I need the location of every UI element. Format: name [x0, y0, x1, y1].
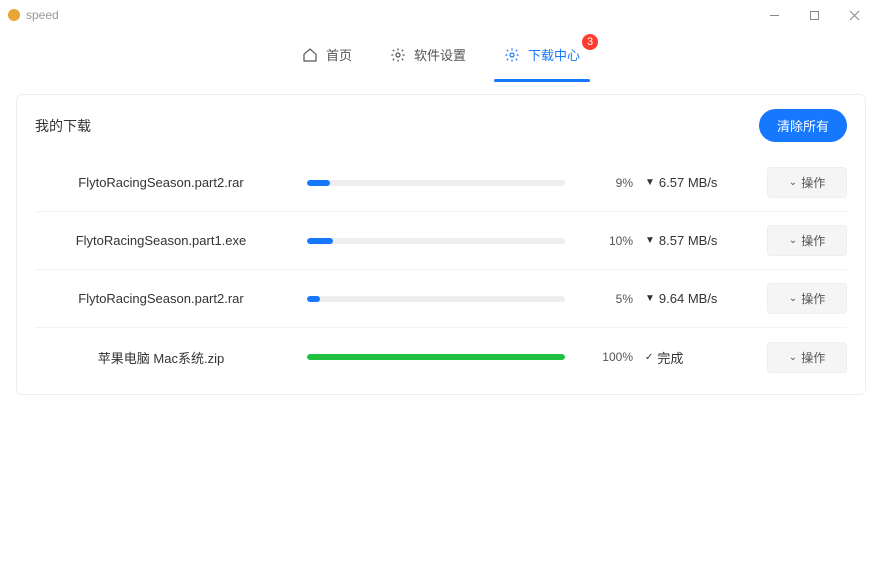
maximize-button[interactable] [794, 0, 834, 30]
progress-fill [307, 238, 333, 244]
chevron-down-icon: ⌄ [789, 177, 797, 188]
download-list: FlytoRacingSeason.part2.rar 9% ▼ 6.57 MB/s ⌄… [35, 154, 847, 386]
action-label: 操作 [801, 349, 825, 366]
download-filename: FlytoRacingSeason.part2.rar [35, 291, 295, 306]
download-row: FlytoRacingSeason.part1.exe 10% ▼ 8.57 MB/s… [35, 212, 847, 270]
tab-label: 首页 [326, 45, 352, 64]
window-controls [754, 0, 874, 30]
speed-text: 8.57 MB/s [659, 233, 718, 248]
download-arrow-icon: ▼ [645, 235, 655, 246]
chevron-down-icon: ⌄ [789, 293, 797, 304]
action-label: 操作 [801, 290, 825, 307]
progress-percent: 10% [577, 234, 633, 248]
panel-header: 我的下载 清除所有 [35, 109, 847, 142]
tab-label: 下载中心 [528, 45, 580, 64]
minimize-button[interactable] [754, 0, 794, 30]
gear-icon [390, 47, 406, 63]
download-row: FlytoRacingSeason.part2.rar 9% ▼ 6.57 MB/s ⌄… [35, 154, 847, 212]
action-button[interactable]: ⌄ 操作 [767, 167, 847, 198]
downloads-panel: 我的下载 清除所有 FlytoRacingSeason.part2.rar 9% ▼… [16, 94, 866, 395]
download-filename: FlytoRacingSeason.part2.rar [35, 175, 295, 190]
app-title: speed [26, 8, 59, 22]
clear-all-button[interactable]: 清除所有 [759, 109, 847, 142]
close-button[interactable] [834, 0, 874, 30]
tab-label: 软件设置 [414, 45, 466, 64]
chevron-down-icon: ⌄ [789, 352, 797, 363]
home-icon [302, 47, 318, 63]
progress-fill [307, 296, 320, 302]
progress-percent: 5% [577, 292, 633, 306]
app-icon [8, 9, 20, 21]
download-arrow-icon: ▼ [645, 293, 655, 304]
progress-fill [307, 180, 330, 186]
download-arrow-icon: ▼ [645, 177, 655, 188]
action-button[interactable]: ⌄ 操作 [767, 283, 847, 314]
maximize-icon [809, 10, 820, 21]
speed-text: 9.64 MB/s [659, 291, 718, 306]
close-icon [849, 10, 860, 21]
progress-bar [307, 354, 565, 360]
chevron-down-icon: ⌄ [789, 235, 797, 246]
titlebar-left: speed [8, 8, 754, 22]
download-row: 苹果电脑 Mac系统.zip 100% ✓ 完成 ⌄ 操作 [35, 328, 847, 386]
download-filename: 苹果电脑 Mac系统.zip [35, 348, 295, 367]
tab-downloads[interactable]: 下载中心 3 [500, 30, 584, 80]
action-label: 操作 [801, 232, 825, 249]
tab-bar: 首页 软件设置 下载中心 3 [0, 30, 882, 80]
download-speed: ▼ 6.57 MB/s [645, 175, 755, 190]
panel-title: 我的下载 [35, 116, 91, 136]
titlebar: speed [0, 0, 882, 30]
progress-fill [307, 354, 565, 360]
download-filename: FlytoRacingSeason.part1.exe [35, 233, 295, 248]
action-label: 操作 [801, 174, 825, 191]
download-speed: ▼ 9.64 MB/s [645, 291, 755, 306]
progress-bar [307, 180, 565, 186]
action-button[interactable]: ⌄ 操作 [767, 225, 847, 256]
gear-icon [504, 47, 520, 63]
speed-text: 完成 [657, 348, 683, 367]
progress-bar [307, 296, 565, 302]
check-icon: ✓ [645, 352, 653, 363]
progress-bar [307, 238, 565, 244]
progress-percent: 100% [577, 350, 633, 364]
download-row: FlytoRacingSeason.part2.rar 5% ▼ 9.64 MB/s ⌄… [35, 270, 847, 328]
tab-settings[interactable]: 软件设置 [386, 30, 470, 80]
tab-home[interactable]: 首页 [298, 30, 356, 80]
badge-count: 3 [582, 34, 598, 50]
speed-text: 6.57 MB/s [659, 175, 718, 190]
minimize-icon [769, 10, 780, 21]
progress-percent: 9% [577, 176, 633, 190]
download-speed: ▼ 8.57 MB/s [645, 233, 755, 248]
action-button[interactable]: ⌄ 操作 [767, 342, 847, 373]
status-done: ✓ 完成 [645, 348, 755, 367]
